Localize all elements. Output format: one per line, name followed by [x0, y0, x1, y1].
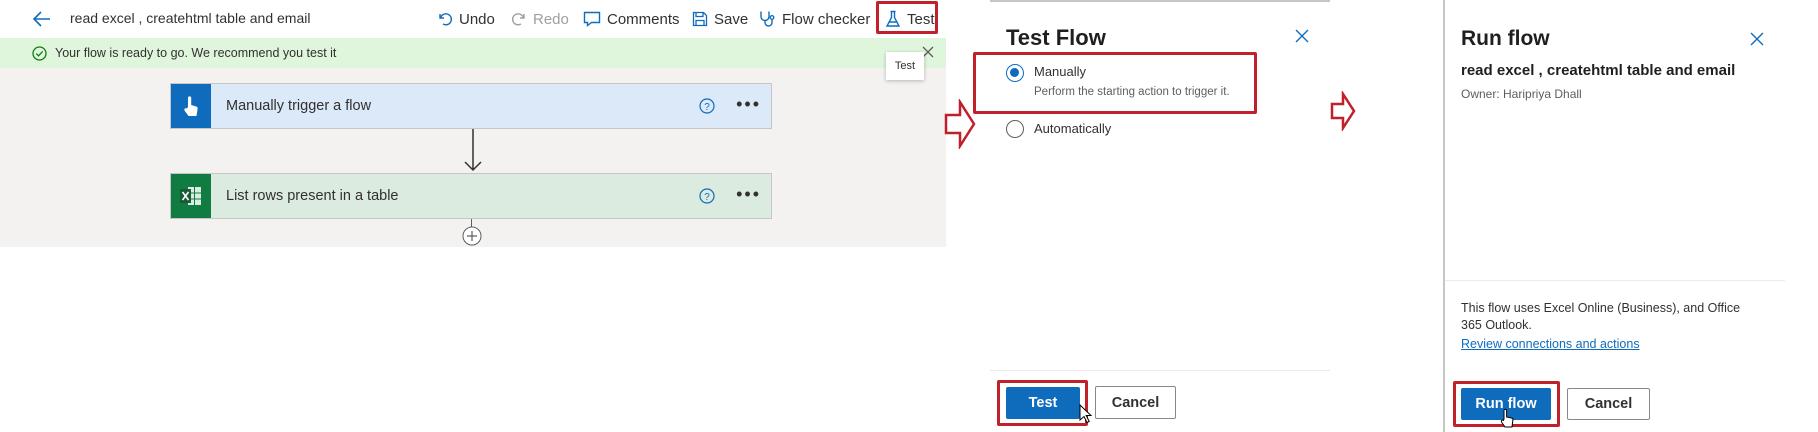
mouse-cursor-icon	[1079, 404, 1093, 424]
flow-name: read excel , createhtml table and email	[1461, 62, 1736, 79]
flow-editor: read excel , createhtml table and email …	[0, 0, 946, 247]
panel-title: Run flow	[1461, 27, 1550, 50]
option-manually[interactable]: Manually Perform the starting action to …	[1006, 60, 1246, 106]
help-icon[interactable]: ?	[699, 188, 715, 204]
button-label: Cancel	[1584, 396, 1633, 412]
review-connections-link[interactable]: Review connections and actions	[1461, 337, 1640, 351]
test-label: Test	[907, 10, 935, 28]
footer-divider	[990, 370, 1330, 371]
banner-text: Your flow is ready to go. We recommend y…	[55, 46, 337, 60]
comments-label: Comments	[607, 10, 680, 28]
more-options-icon[interactable]: •••	[736, 95, 761, 113]
flow-owner: Owner: Haripriya Dhall	[1461, 87, 1582, 101]
option-label: Automatically	[1034, 121, 1112, 136]
radio-automatically[interactable]	[1006, 120, 1024, 138]
undo-icon	[437, 11, 453, 27]
flow-title: read excel , createhtml table and email	[70, 10, 311, 26]
save-icon	[692, 11, 708, 27]
cancel-button[interactable]: Cancel	[1095, 386, 1176, 419]
option-automatically[interactable]: Automatically	[1006, 120, 1206, 142]
excel-icon	[171, 174, 211, 218]
redo-button[interactable]: Redo	[511, 9, 569, 29]
save-button[interactable]: Save	[692, 9, 748, 29]
step-label: List rows present in a table	[226, 188, 399, 204]
run-flow-panel: Run flow read excel , createhtml table a…	[1443, 0, 1818, 432]
undo-label: Undo	[459, 10, 495, 28]
close-icon[interactable]	[1750, 32, 1764, 46]
test-flow-button[interactable]: Test	[1006, 387, 1080, 419]
button-label: Cancel	[1111, 394, 1160, 411]
radio-manually[interactable]	[1006, 64, 1024, 82]
svg-text:?: ?	[704, 192, 710, 203]
cancel-button[interactable]: Cancel	[1567, 388, 1650, 420]
option-label: Manually	[1034, 64, 1087, 79]
flow-checker-label: Flow checker	[782, 10, 871, 28]
editor-toolbar: read excel , createhtml table and email …	[0, 0, 946, 39]
step-card-trigger[interactable]: Manually trigger a flow ? •••	[170, 83, 772, 129]
step-arrow-icon	[944, 99, 976, 149]
check-circle-icon	[32, 46, 47, 61]
more-options-icon[interactable]: •••	[736, 185, 761, 203]
section-divider	[1445, 280, 1785, 281]
save-label: Save	[714, 10, 749, 28]
connections-text: This flow uses Excel Online (Business), …	[1461, 301, 1741, 332]
option-description: Perform the starting action to trigger i…	[1034, 86, 1230, 98]
close-icon[interactable]	[1295, 29, 1309, 43]
stethoscope-icon	[758, 10, 776, 28]
tooltip-text: Test	[894, 60, 916, 72]
flow-checker-button[interactable]: Flow checker	[758, 9, 870, 29]
undo-button[interactable]: Undo	[437, 9, 495, 29]
connector-arrow-icon	[462, 129, 484, 173]
touch-icon	[171, 84, 211, 128]
redo-icon	[511, 11, 527, 27]
comment-icon	[583, 11, 601, 27]
button-label: Test	[1028, 395, 1058, 411]
test-button[interactable]: Test	[885, 9, 935, 29]
svg-text:?: ?	[704, 102, 710, 113]
test-tooltip: Test	[886, 52, 924, 80]
step-arrow-icon	[1330, 91, 1356, 131]
help-icon[interactable]: ?	[699, 98, 715, 114]
add-step-icon[interactable]	[462, 226, 482, 246]
test-flow-panel: Test Flow Manually Perform the starting …	[973, 0, 1330, 432]
comments-button[interactable]: Comments	[583, 9, 680, 29]
back-arrow-icon[interactable]	[32, 10, 52, 28]
ready-banner: Your flow is ready to go. We recommend y…	[0, 38, 946, 68]
panel-top-border	[990, 0, 1330, 2]
step-label: Manually trigger a flow	[226, 98, 372, 114]
flask-icon	[885, 10, 901, 28]
redo-label: Redo	[533, 10, 569, 28]
panel-title: Test Flow	[1006, 25, 1106, 50]
step-card-action[interactable]: List rows present in a table ? •••	[170, 173, 772, 219]
hand-cursor-icon	[1499, 408, 1515, 428]
